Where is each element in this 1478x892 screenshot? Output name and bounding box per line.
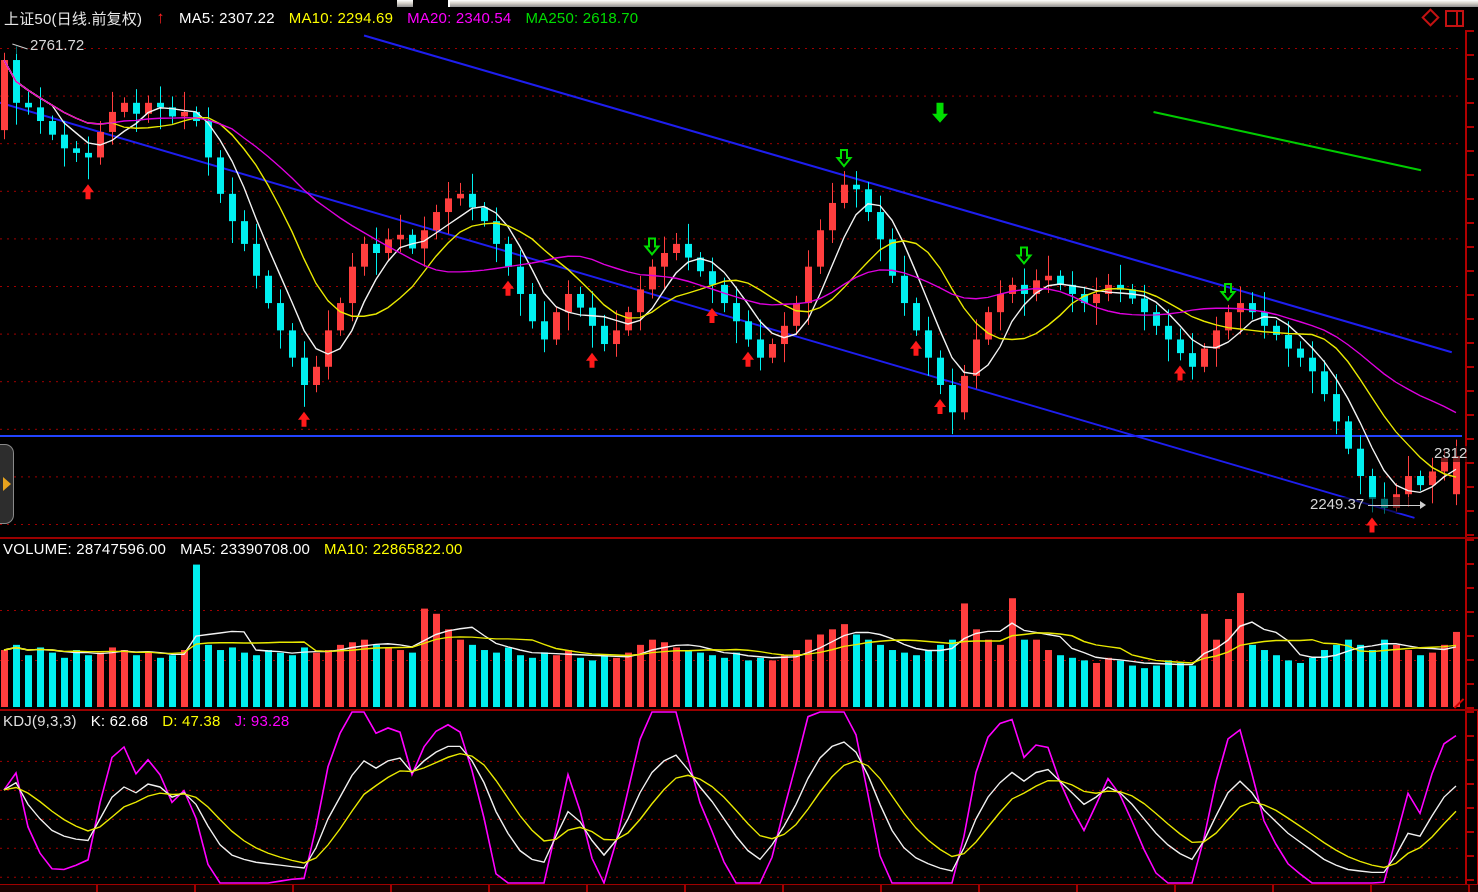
toolbar-edge-strip-small	[397, 0, 413, 7]
trend-up-icon: ↑	[156, 11, 165, 25]
ma5-legend: MA5: 2307.22	[179, 10, 275, 27]
sidebar-expand-tab[interactable]	[0, 444, 14, 524]
ma10-legend: MA10: 2294.69	[289, 10, 393, 27]
kdj-k-value: K: 62.68	[91, 713, 148, 730]
low-price-label: 2249.37	[1310, 497, 1426, 513]
pointer-line	[1368, 505, 1420, 506]
split-window-icon[interactable]	[1445, 10, 1464, 27]
volume-legend: VOLUME: 28747596.00 MA5: 23390708.00 MA1…	[3, 539, 463, 559]
main-price-chart-canvas[interactable]	[0, 30, 1462, 537]
high-price-label: 2761.72	[12, 38, 84, 54]
toolbar-edge-strip	[448, 0, 1478, 7]
axis-tick-marks	[1467, 539, 1474, 709]
right-triangle-icon	[3, 477, 11, 491]
price-axis-volume[interactable]	[1465, 539, 1478, 709]
diamond-marker-icon[interactable]	[1421, 8, 1439, 26]
pane-resize-handle[interactable]	[1452, 697, 1466, 711]
split-window-icon-divider	[1456, 12, 1458, 25]
axis-tick-marks	[1467, 30, 1474, 537]
axis-tick-marks	[1467, 711, 1474, 892]
pointer-line	[12, 43, 28, 49]
kdj-j-value: J: 93.28	[235, 713, 290, 730]
kdj-chart-canvas[interactable]	[0, 711, 1462, 884]
volume-ma5: MA5: 23390708.00	[180, 541, 310, 558]
ma20-legend: MA20: 2340.54	[407, 10, 511, 27]
symbol-title: 上证50(日线.前复权)	[4, 8, 142, 29]
time-axis-ticks	[0, 885, 1478, 892]
volume-value: VOLUME: 28747596.00	[3, 541, 166, 558]
volume-ma10: MA10: 22865822.00	[324, 541, 463, 558]
main-chart-legend: 上证50(日线.前复权) ↑ MA5: 2307.22 MA10: 2294.6…	[4, 7, 638, 29]
volume-chart-canvas[interactable]	[0, 560, 1462, 708]
kdj-name: KDJ(9,3,3)	[3, 713, 77, 730]
ma250-legend: MA250: 2618.70	[525, 10, 638, 27]
kdj-d-value: D: 47.38	[162, 713, 220, 730]
kdj-legend: KDJ(9,3,3) K: 62.68 D: 47.38 J: 93.28	[3, 711, 289, 731]
chart-application-window: 上证50(日线.前复权) ↑ MA5: 2307.22 MA10: 2294.6…	[0, 0, 1478, 892]
right-arrow-icon	[1420, 501, 1426, 509]
time-axis-scrollbar[interactable]	[0, 884, 1478, 892]
current-price-label: 2312	[1434, 446, 1467, 462]
price-axis-kdj[interactable]	[1465, 711, 1478, 892]
